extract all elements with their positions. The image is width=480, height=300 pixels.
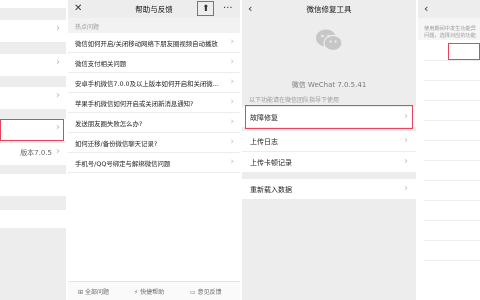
chevron-right-icon: ›: [56, 146, 60, 157]
question-item[interactable]: 发送朋友圈失败怎么办? ›: [68, 113, 240, 133]
footer-all-questions[interactable]: ⊞ 全部问题: [78, 287, 109, 296]
question-item[interactable]: 微信如何开启/关闭移动网络下朋友圈视频自动播放 ›: [68, 33, 240, 53]
page-title: 微信修复工具: [306, 5, 352, 14]
menu-item-label: 上传日志: [250, 138, 278, 146]
chevron-right-icon: ›: [230, 37, 234, 47]
settings-panel: › › › › 版本7.0.5 ›: [0, 0, 66, 300]
list-item[interactable]: [0, 174, 66, 197]
question-text: 微信支付相关问题: [75, 60, 127, 68]
question-text: 苹果手机微信如何开启或关闭新消息通知?: [75, 100, 194, 108]
menu-item-upload-lag[interactable]: 上传卡顿记录 ›: [242, 152, 416, 173]
question-text: 安卓手机微信7.0.0及以上版本如何开启和关闭微...: [75, 80, 219, 88]
question-text: 微信如何开启/关闭移动网络下朋友圈视频自动播放: [75, 40, 218, 48]
menu-item-reload-data[interactable]: 重新载入数据 ›: [242, 179, 416, 200]
footer-feedback[interactable]: ▭ 意见反馈: [190, 287, 222, 296]
chevron-right-icon: ›: [230, 137, 234, 147]
question-item[interactable]: 微信支付相关问题 ›: [68, 53, 240, 73]
chevron-right-icon: ›: [56, 23, 60, 34]
list-item[interactable]: [0, 0, 66, 9]
divider: [424, 200, 480, 201]
section-label: 热点问题: [75, 24, 100, 31]
top-bar: ✕ 帮助与反馈 ⬆ ···: [68, 0, 240, 18]
repair-options-panel: ‹ 使用期间中发生功能异 问题，选择对应的功能: [418, 0, 480, 300]
question-text: 手机号/QQ号绑定与解绑微信问题: [75, 160, 171, 168]
question-item[interactable]: 如何迁移/备份微信聊天记录? ›: [68, 133, 240, 153]
footer-label: 意见反馈: [197, 289, 222, 296]
divider: [424, 80, 480, 81]
description-line: 使用期间中发生功能异: [424, 26, 476, 32]
highlight-box: [197, 1, 214, 16]
divider: [424, 240, 480, 241]
grid-icon: ⊞: [78, 289, 84, 296]
chevron-right-icon: ›: [230, 117, 234, 127]
divider: [424, 180, 480, 181]
divider: [424, 260, 480, 261]
wechat-logo-icon: [316, 29, 343, 52]
divider: [424, 100, 480, 101]
list-item[interactable]: ›: [0, 20, 66, 43]
highlight-box: [245, 105, 413, 129]
options-list: [418, 40, 480, 300]
list-item[interactable]: ›: [0, 54, 66, 77]
chevron-right-icon: ›: [404, 183, 408, 194]
list-item-version[interactable]: 版本7.0.5 ›: [0, 143, 66, 166]
footer-quick-help[interactable]: ⚡ 快捷帮助: [134, 287, 164, 296]
menu-item-label: 上传卡顿记录: [250, 159, 292, 167]
divider: [424, 120, 480, 121]
chevron-right-icon: ›: [56, 57, 60, 68]
question-text: 发送朋友圈失败怎么办?: [75, 120, 143, 128]
footer-label: 快捷帮助: [140, 289, 165, 296]
app-version-label: 微信 WeChat 7.0.5.41: [291, 81, 367, 89]
question-item[interactable]: 苹果手机微信如何开启或关闭新消息通知? ›: [68, 93, 240, 113]
lightning-icon: ⚡: [134, 289, 139, 296]
question-item[interactable]: 手机号/QQ号绑定与解绑微信问题 ›: [68, 153, 240, 173]
menu-item-upload-log[interactable]: 上传日志 ›: [242, 131, 416, 152]
repair-tool-panel: ‹ 微信修复工具 微信 WeChat 7.0.5.41 以下功能请在微信团队指导…: [242, 0, 416, 300]
logo-area: 微信 WeChat 7.0.5.41: [242, 18, 416, 90]
version-label: 版本7.0.5: [20, 149, 52, 157]
back-chevron-icon[interactable]: ‹: [424, 2, 428, 16]
divider: [424, 140, 480, 141]
chevron-right-icon: ›: [56, 90, 60, 101]
top-bar: ‹ 微信修复工具: [242, 0, 416, 18]
question-text: 如何迁移/备份微信聊天记录?: [75, 140, 158, 148]
list-item[interactable]: ›: [0, 87, 66, 110]
menu-item-label: 重新载入数据: [250, 186, 292, 194]
divider: [424, 220, 480, 221]
hint-text: 以下功能请在微信团队指导下使用: [249, 97, 340, 104]
chevron-right-icon: ›: [404, 156, 408, 167]
more-icon[interactable]: ···: [223, 2, 233, 16]
description-line: 问题，选择对应的功能: [424, 33, 476, 39]
highlight-box[interactable]: [448, 43, 480, 60]
top-bar: ‹: [418, 0, 480, 18]
divider: [424, 160, 480, 161]
description-text: 使用期间中发生功能异 问题，选择对应的功能: [424, 26, 476, 40]
section-header: 热点问题: [68, 18, 240, 33]
chevron-right-icon: ›: [230, 157, 234, 167]
footer-label: 全部问题: [84, 289, 109, 296]
question-item[interactable]: 安卓手机微信7.0.0及以上版本如何开启和关闭微... ›: [68, 73, 240, 93]
divider: [424, 60, 480, 61]
footer-bar: ⊞ 全部问题 ⚡ 快捷帮助 ▭ 意见反馈: [68, 281, 240, 300]
chevron-right-icon: ›: [404, 135, 408, 146]
page-title: 帮助与反馈: [135, 5, 173, 14]
list-item[interactable]: [0, 210, 66, 229]
help-feedback-panel: ✕ 帮助与反馈 ⬆ ··· 热点问题 微信如何开启/关闭移动网络下朋友圈视频自动…: [68, 0, 240, 300]
chat-icon: ▭: [190, 289, 196, 296]
highlight-box: [0, 119, 64, 141]
chevron-right-icon: ›: [230, 77, 234, 87]
chevron-right-icon: ›: [230, 57, 234, 67]
chevron-right-icon: ›: [230, 97, 234, 107]
